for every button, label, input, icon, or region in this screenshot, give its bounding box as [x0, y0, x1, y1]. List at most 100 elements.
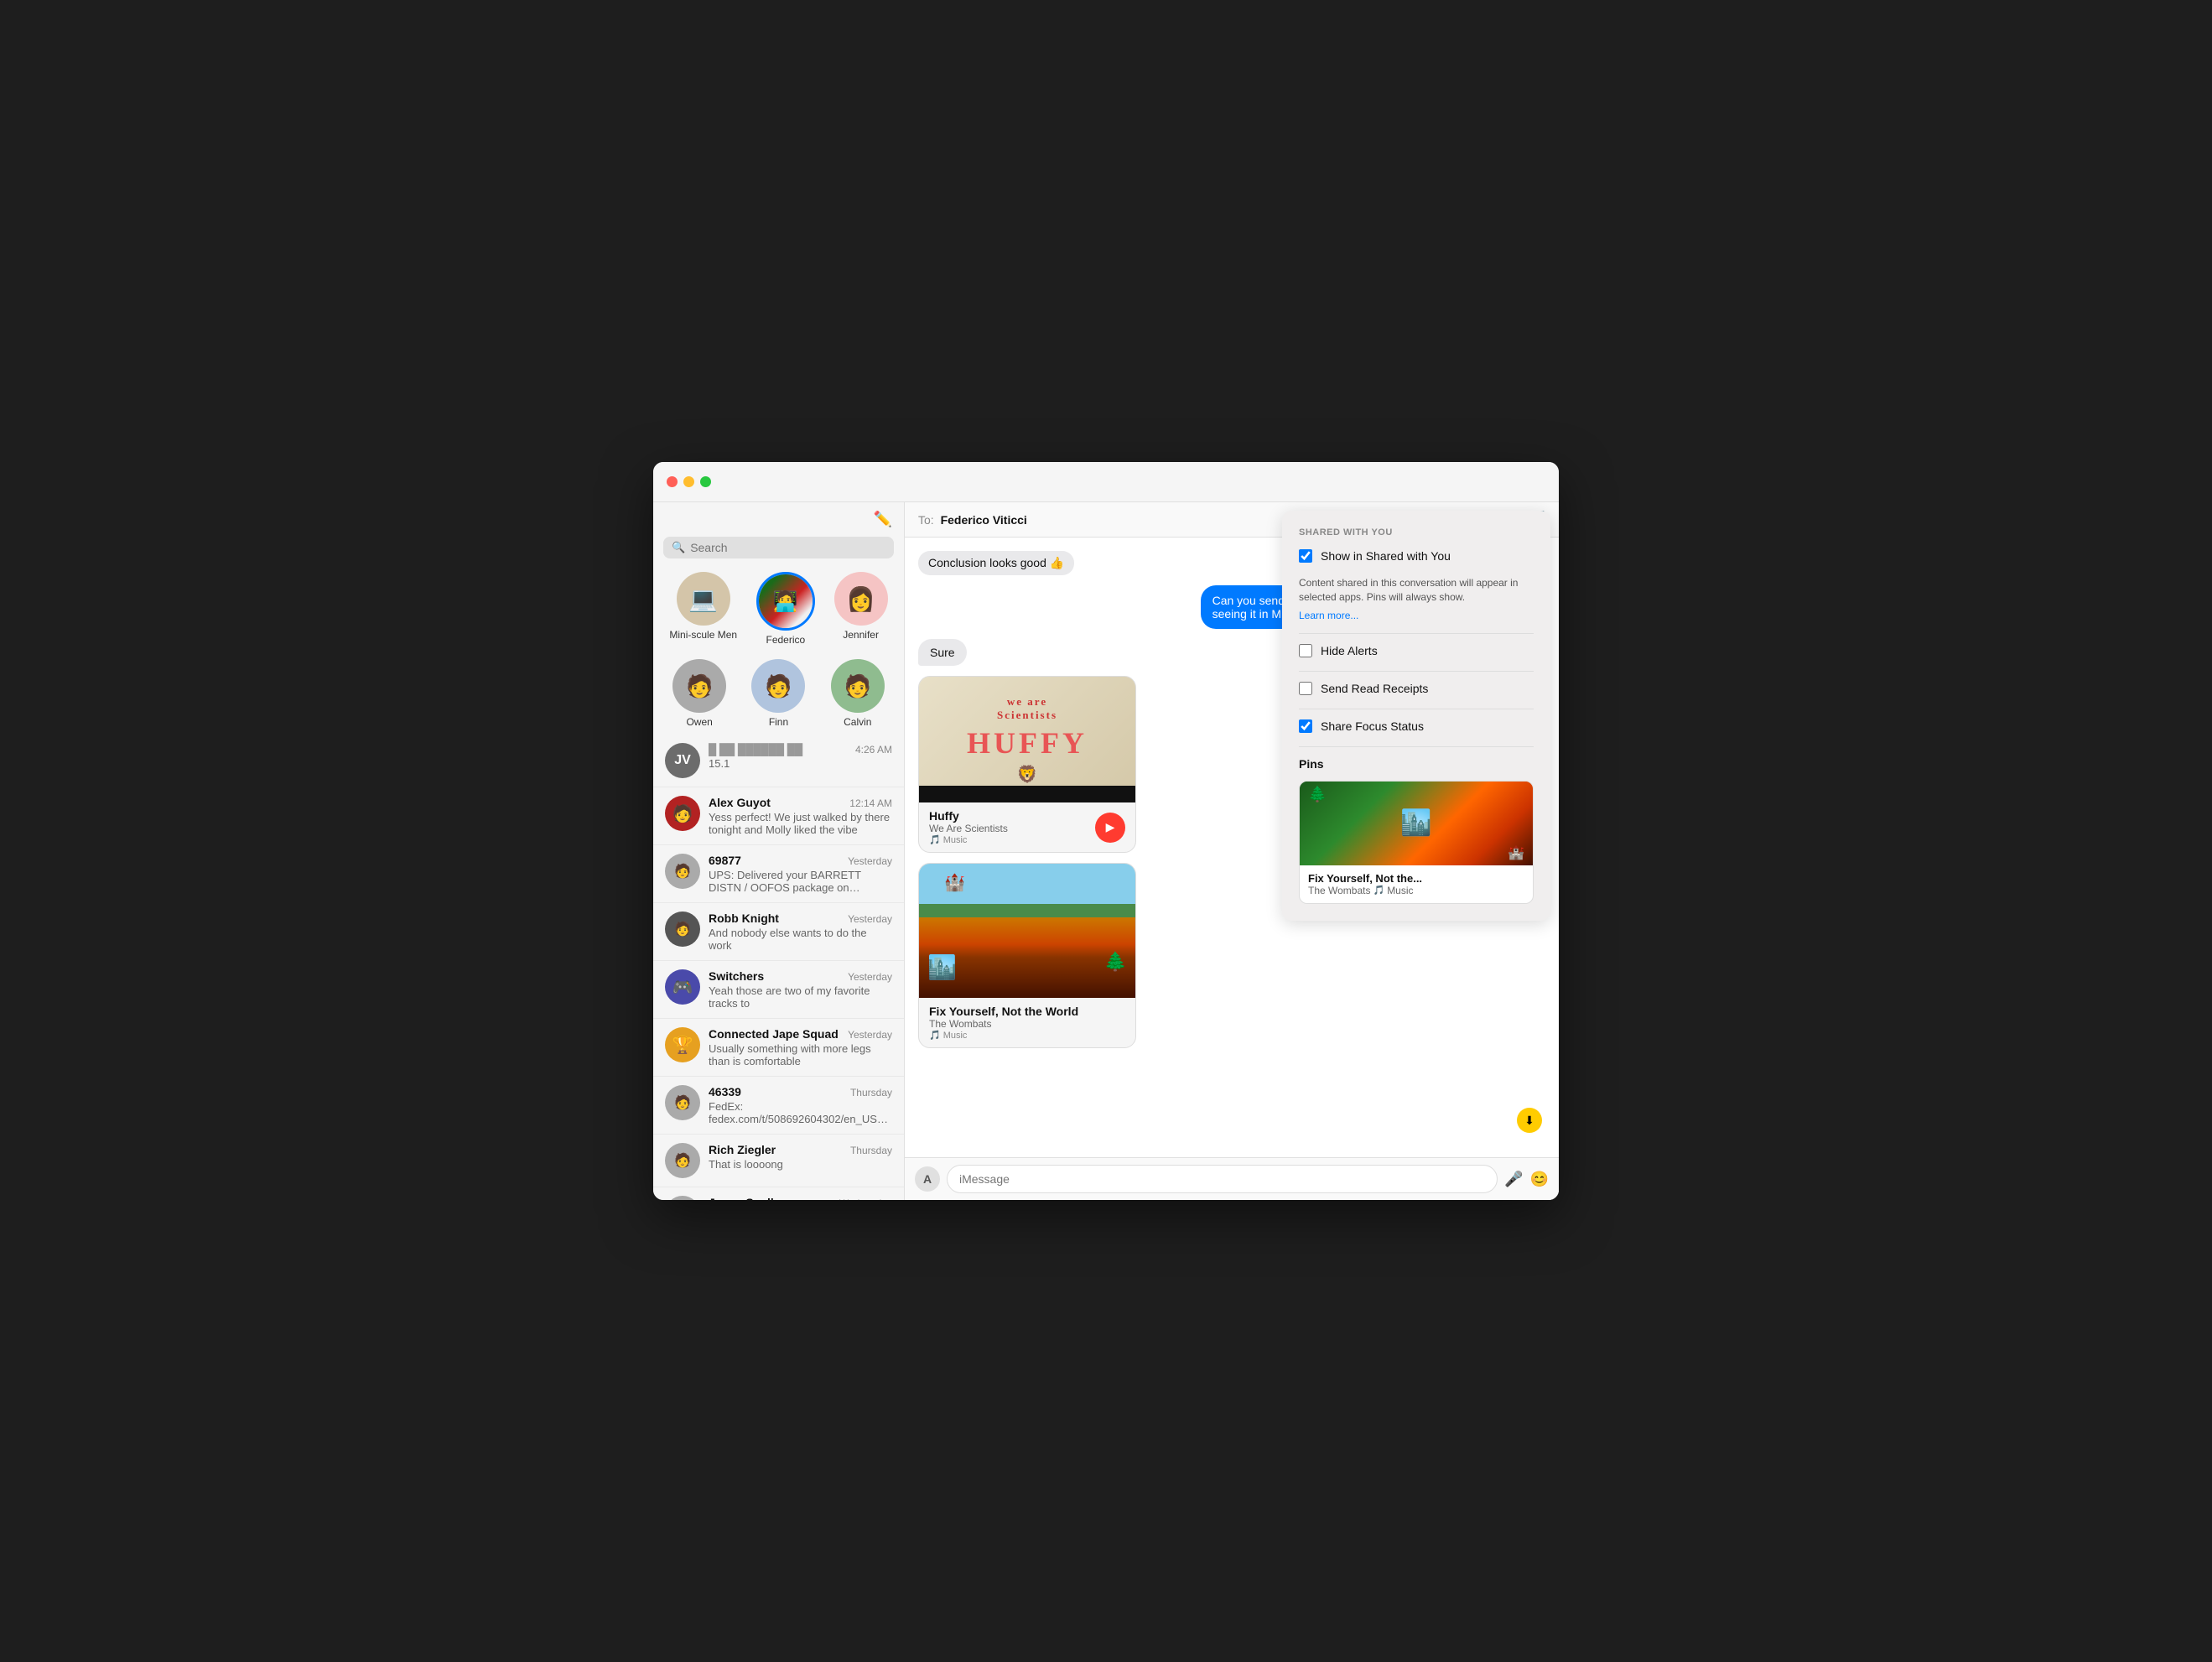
hide-alerts-option[interactable]: Hide Alerts — [1299, 644, 1534, 657]
conv-body: Robb Knight Yesterday And nobody else wa… — [709, 912, 892, 952]
list-item[interactable]: 🧑 Rich Ziegler Thursday That is loooong — [653, 1135, 904, 1187]
show-in-shared-checkbox[interactable] — [1299, 549, 1312, 563]
pinned-label-finn: Finn — [769, 716, 788, 728]
avatar: 🧑 — [665, 854, 700, 889]
pins-title: Pins — [1299, 757, 1534, 771]
conv-body: Switchers Yesterday Yeah those are two o… — [709, 969, 892, 1010]
pinned-item-jennifer[interactable]: 👩 Jennifer — [834, 572, 888, 646]
main-content: ✏️ 🔍 💻 Mini-scule Men 🧑‍💻 — [653, 502, 1559, 1200]
conv-preview: Usually something with more legs than is… — [709, 1042, 892, 1067]
panel-description: Content shared in this conversation will… — [1299, 576, 1534, 605]
traffic-lights — [667, 476, 711, 487]
music-title-huffy: Huffy — [929, 809, 1008, 823]
avatar: 🧑 — [665, 1085, 700, 1120]
to-label: To: — [918, 513, 934, 527]
message-input[interactable] — [947, 1165, 1498, 1193]
conv-preview: FedEx: fedex.com/t/508692604302/en_US fr… — [709, 1100, 892, 1125]
pinned-item-calvin[interactable]: 🧑 Calvin — [831, 659, 885, 728]
conv-name: Jason Snell — [709, 1196, 774, 1200]
conv-time: Thursday — [850, 1087, 892, 1098]
show-in-shared-label: Show in Shared with You — [1321, 549, 1451, 563]
pinned-row-1: 💻 Mini-scule Men 🧑‍💻 Federico 👩 Jennifer — [653, 565, 904, 652]
pinned-item-owen[interactable]: 🧑 Owen — [672, 659, 726, 728]
avatar: 🧑 — [665, 796, 700, 831]
pinned-row-2: 🧑 Owen 🧑 Finn 🧑 Calvin — [653, 652, 904, 735]
pinned-label-owen: Owen — [686, 716, 712, 728]
apps-button[interactable]: A — [915, 1166, 940, 1192]
send-read-receipts-checkbox[interactable] — [1299, 682, 1312, 695]
conv-preview: And nobody else wants to do the work — [709, 927, 892, 952]
conv-time: Yesterday — [848, 855, 892, 867]
list-item[interactable]: 🧑 Robb Knight Yesterday And nobody else … — [653, 903, 904, 961]
conv-body: Connected Jape Squad Yesterday Usually s… — [709, 1027, 892, 1067]
show-in-shared-option[interactable]: Show in Shared with You — [1299, 549, 1534, 563]
music-card-huffy[interactable]: we areScientists HUFFY 🦁 Huffy We Are Sc… — [918, 676, 1136, 853]
conv-preview: UPS: Delivered your BARRETT DISTN / OOFO… — [709, 869, 892, 894]
audio-button[interactable]: 🎤 — [1504, 1171, 1523, 1188]
share-focus-label: Share Focus Status — [1321, 719, 1424, 733]
apps-icon: A — [923, 1172, 932, 1186]
minimize-button[interactable] — [683, 476, 694, 487]
panel-divider-2 — [1299, 671, 1534, 672]
list-item[interactable]: JV █ ██ ██████ ██ 4:26 AM 15.1 — [653, 735, 904, 787]
conv-name: █ ██ ██████ ██ — [709, 743, 802, 756]
pinned-item-finn[interactable]: 🧑 Finn — [751, 659, 805, 728]
learn-more-link[interactable]: Learn more... — [1299, 610, 1358, 621]
close-button[interactable] — [667, 476, 678, 487]
conv-preview: Yess perfect! We just walked by there to… — [709, 811, 892, 836]
sidebar: ✏️ 🔍 💻 Mini-scule Men 🧑‍💻 — [653, 502, 905, 1200]
send-read-receipts-option[interactable]: Send Read Receipts — [1299, 682, 1534, 695]
avatar: 🧑 — [665, 1196, 700, 1200]
avatar-federico: 🧑‍💻 — [756, 572, 815, 631]
avatar: 🧑 — [665, 912, 700, 947]
emoji-button[interactable]: 😊 — [1530, 1171, 1549, 1188]
conv-body: Jason Snell Wednesday — [709, 1196, 892, 1200]
send-read-receipts-label: Send Read Receipts — [1321, 682, 1428, 695]
conv-time: 12:14 AM — [849, 797, 892, 809]
compose-icon: ✏️ — [874, 511, 892, 527]
hide-alerts-checkbox[interactable] — [1299, 644, 1312, 657]
list-item[interactable]: 🧑 69877 Yesterday UPS: Delivered your BA… — [653, 845, 904, 903]
scroll-down-button[interactable]: ⬇ — [1517, 1108, 1542, 1133]
compose-button[interactable]: ✏️ — [874, 511, 892, 528]
conv-time: 4:26 AM — [855, 744, 892, 756]
pin-title: Fix Yourself, Not the... — [1308, 872, 1524, 885]
avatar: 🏆 — [665, 1027, 700, 1062]
music-art-fix-yourself: 🏙️ 🌲 🏰 — [919, 864, 1135, 998]
search-bar[interactable]: 🔍 — [663, 537, 894, 558]
share-focus-checkbox[interactable] — [1299, 719, 1312, 733]
conv-name: Alex Guyot — [709, 796, 771, 809]
conv-name: Switchers — [709, 969, 764, 983]
chat-recipient: Federico Viticci — [941, 513, 1027, 527]
play-button-huffy[interactable]: ▶ — [1095, 813, 1125, 843]
avatar-jennifer: 👩 — [834, 572, 888, 626]
list-item[interactable]: 🧑 Alex Guyot 12:14 AM Yess perfect! We j… — [653, 787, 904, 845]
panel-divider-4 — [1299, 746, 1534, 747]
maximize-button[interactable] — [700, 476, 711, 487]
pinned-item-mini-scule-men[interactable]: 💻 Mini-scule Men — [669, 572, 737, 646]
music-artist-huffy: We Are Scientists — [929, 823, 1008, 834]
list-item[interactable]: 🏆 Connected Jape Squad Yesterday Usually… — [653, 1019, 904, 1077]
conv-body: Alex Guyot 12:14 AM Yess perfect! We jus… — [709, 796, 892, 836]
panel-divider-1 — [1299, 633, 1534, 634]
share-focus-option[interactable]: Share Focus Status — [1299, 719, 1534, 733]
pinned-item-federico[interactable]: 🧑‍💻 Federico — [756, 572, 815, 646]
pinned-label-calvin: Calvin — [844, 716, 871, 728]
search-input[interactable] — [690, 541, 885, 554]
music-artist-fix-yourself: The Wombats — [929, 1018, 1078, 1030]
conv-preview: 15.1 — [709, 757, 892, 770]
apple-music-icon: 🎵 — [1373, 885, 1384, 896]
conv-name: 69877 — [709, 854, 741, 867]
avatar: 🎮 — [665, 969, 700, 1005]
list-item[interactable]: 🧑 46339 Thursday FedEx: fedex.com/t/5086… — [653, 1077, 904, 1135]
scroll-down-icon: ⬇ — [1524, 1114, 1534, 1128]
list-item[interactable]: 🎮 Switchers Yesterday Yeah those are two… — [653, 961, 904, 1019]
chat-area: To: Federico Viticci 📹 ℹ️ Conclusion loo… — [905, 502, 1559, 1200]
conv-time: Wednesday — [839, 1197, 892, 1200]
conv-time: Yesterday — [848, 971, 892, 983]
list-item[interactable]: 🧑 Jason Snell Wednesday — [653, 1187, 904, 1200]
pin-info: Fix Yourself, Not the... The Wombats 🎵 M… — [1300, 865, 1533, 903]
music-card-fix-yourself[interactable]: 🏙️ 🌲 🏰 Fix Yourself, Not the World The W… — [918, 863, 1136, 1048]
conv-body: 46339 Thursday FedEx: fedex.com/t/508692… — [709, 1085, 892, 1125]
pin-card[interactable]: 🏙️ 🌲 🏰 Fix Yourself, Not the... The Womb… — [1299, 781, 1534, 904]
